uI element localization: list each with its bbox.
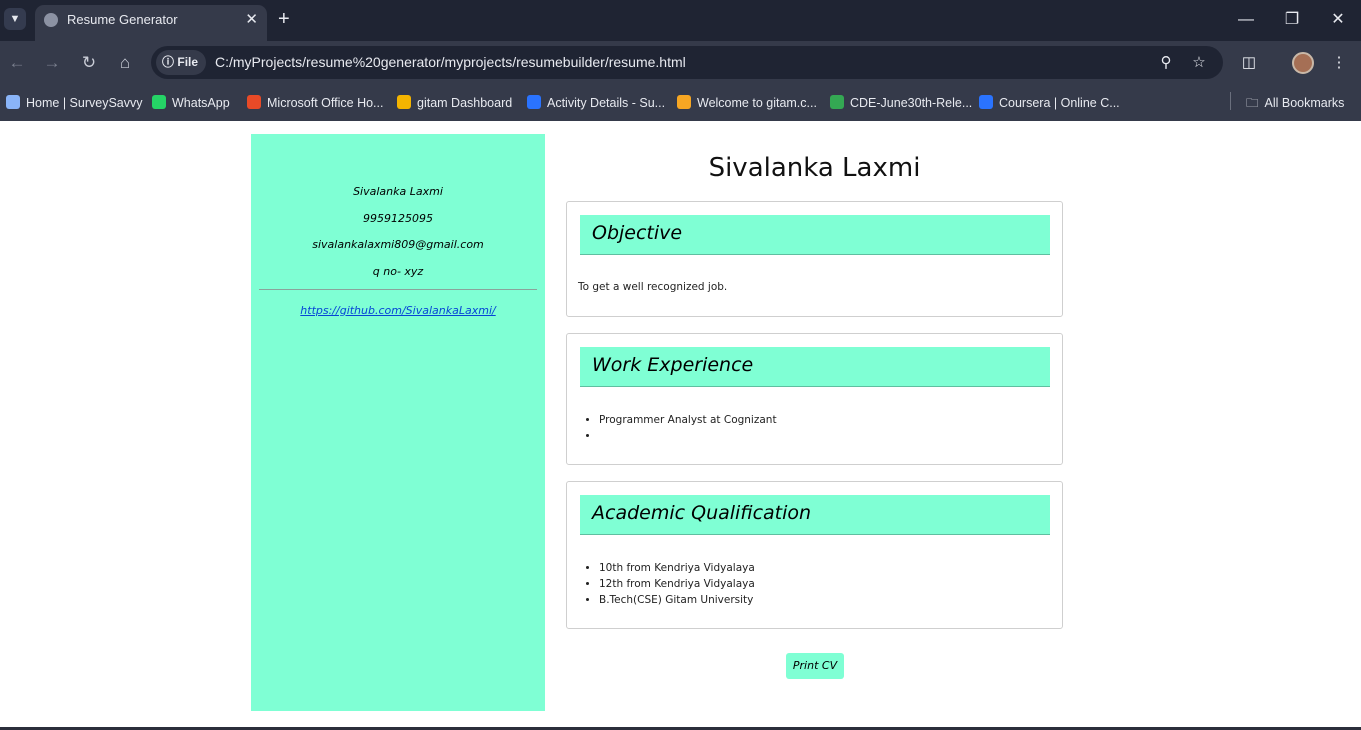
bookmark-favicon-icon — [6, 95, 20, 109]
tab-search-icon[interactable]: ▼ — [4, 8, 26, 30]
objective-card: Objective To get a well recognized job. — [566, 201, 1063, 317]
work-experience-header: Work Experience — [580, 347, 1050, 387]
academic-header: Academic Qualification — [580, 495, 1050, 535]
tab-title: Resume Generator — [67, 12, 178, 27]
page-content: Sivalanka Laxmi 9959125095 sivalankalaxm… — [0, 121, 1361, 730]
home-icon[interactable]: ⌂ — [113, 51, 137, 75]
bookmark-favicon-icon — [152, 95, 166, 109]
bookmark-favicon-icon — [830, 95, 844, 109]
folder-icon: 🗀 — [1246, 96, 1259, 110]
work-experience-list: Programmer Analyst at Cognizant — [599, 412, 777, 444]
bookmark-item[interactable]: Welcome to gitam.c... — [677, 92, 817, 114]
restore-icon[interactable]: ❐ — [1277, 9, 1307, 31]
reload-icon[interactable]: ↻ — [77, 51, 101, 75]
bookmark-label: Microsoft Office Ho... — [267, 96, 384, 110]
bookmark-item[interactable]: Home | SurveySavvy — [6, 92, 142, 114]
all-bookmarks-label: All Bookmarks — [1264, 96, 1345, 110]
new-tab-button[interactable]: + — [278, 8, 290, 30]
sidebar-phone: 9959125095 — [363, 212, 433, 225]
bookmarks-divider — [1230, 92, 1231, 110]
back-icon[interactable]: ← — [5, 51, 29, 75]
list-item: 10th from Kendriya Vidyalaya — [599, 560, 755, 576]
window-close-icon[interactable]: ✕ — [1323, 9, 1353, 31]
info-icon: ⓘ — [162, 55, 175, 69]
bookmark-favicon-icon — [397, 95, 411, 109]
bookmark-favicon-icon — [677, 95, 691, 109]
tab-strip: ▼ Resume Generator ✕ + — ❐ ✕ — [0, 0, 1361, 41]
bookmark-item[interactable]: Microsoft Office Ho... — [247, 92, 383, 114]
extensions-icon[interactable]: ◫ — [1237, 51, 1261, 75]
bookmark-label: WhatsApp — [172, 96, 230, 110]
bookmark-favicon-icon — [527, 95, 541, 109]
work-experience-card: Work Experience Programmer Analyst at Co… — [566, 333, 1063, 465]
bookmark-item[interactable]: WhatsApp — [152, 92, 230, 114]
globe-icon — [44, 13, 58, 27]
bookmark-label: Coursera | Online C... — [999, 96, 1120, 110]
bookmark-label: Welcome to gitam.c... — [697, 96, 817, 110]
print-cv-button[interactable]: Print CV — [786, 653, 844, 679]
github-link[interactable]: https://github.com/SivalankaLaxmi/ — [300, 304, 495, 317]
bookmarks-bar: Home | SurveySavvy WhatsApp Microsoft Offi… — [0, 85, 1361, 121]
url-text[interactable]: C:/myProjects/resume%20generator/myproje… — [215, 54, 686, 70]
minimize-icon[interactable]: — — [1231, 9, 1261, 31]
sidebar-address: q no- xyz — [372, 265, 424, 278]
sidebar-email: sivalankalaxmi809@gmail.com — [312, 238, 484, 251]
browser-toolbar: ← → ↻ ⌂ ⓘ File C:/myProjects/resume%20ge… — [0, 41, 1361, 85]
objective-header: Objective — [580, 215, 1050, 255]
list-item: B.Tech(CSE) Gitam University — [599, 592, 755, 608]
zoom-icon[interactable]: ⚲ — [1155, 52, 1177, 74]
bookmark-label: Activity Details - Su... — [547, 96, 666, 110]
contact-sidebar: Sivalanka Laxmi 9959125095 sivalankalaxm… — [251, 134, 545, 711]
bookmark-label: gitam Dashboard — [417, 96, 513, 110]
academic-list: 10th from Kendriya Vidyalaya 12th from K… — [599, 560, 755, 608]
scheme-label: File — [177, 55, 199, 69]
avatar[interactable] — [1292, 52, 1314, 74]
list-item: 12th from Kendriya Vidyalaya — [599, 576, 755, 592]
work-experience-title: Work Experience — [592, 354, 754, 376]
bookmark-item[interactable]: gitam Dashboard — [397, 92, 512, 114]
address-bar[interactable]: ⓘ File C:/myProjects/resume%20generator/… — [151, 46, 1223, 79]
bookmark-favicon-icon — [247, 95, 261, 109]
close-icon[interactable]: ✕ — [245, 10, 258, 28]
academic-title: Academic Qualification — [592, 502, 812, 524]
objective-title: Objective — [592, 222, 683, 244]
bookmark-favicon-icon — [979, 95, 993, 109]
academic-card: Academic Qualification 10th from Kendriy… — [566, 481, 1063, 629]
list-item — [599, 428, 777, 444]
bookmark-item[interactable]: CDE-June30th-Rele... — [830, 92, 972, 114]
objective-text: To get a well recognized job. — [578, 281, 728, 293]
page-title: Sivalanka Laxmi — [708, 153, 921, 183]
list-item: Programmer Analyst at Cognizant — [599, 412, 777, 428]
bookmark-label: Home | SurveySavvy — [26, 96, 143, 110]
menu-icon[interactable]: ⋮ — [1327, 51, 1351, 75]
tab-resume-generator[interactable]: Resume Generator ✕ — [35, 5, 267, 41]
bookmark-item[interactable]: Coursera | Online C... — [979, 92, 1120, 114]
sidebar-divider — [259, 289, 537, 290]
star-icon[interactable]: ☆ — [1188, 52, 1210, 74]
bookmark-label: CDE-June30th-Rele... — [850, 96, 973, 110]
bookmark-item[interactable]: Activity Details - Su... — [527, 92, 665, 114]
forward-icon[interactable]: → — [40, 51, 64, 75]
sidebar-name: Sivalanka Laxmi — [353, 185, 443, 198]
sidebar-github-row: https://github.com/SivalankaLaxmi/ — [251, 304, 545, 317]
all-bookmarks-button[interactable]: 🗀 All Bookmarks — [1246, 92, 1344, 114]
site-info-chip[interactable]: ⓘ File — [156, 50, 207, 75]
